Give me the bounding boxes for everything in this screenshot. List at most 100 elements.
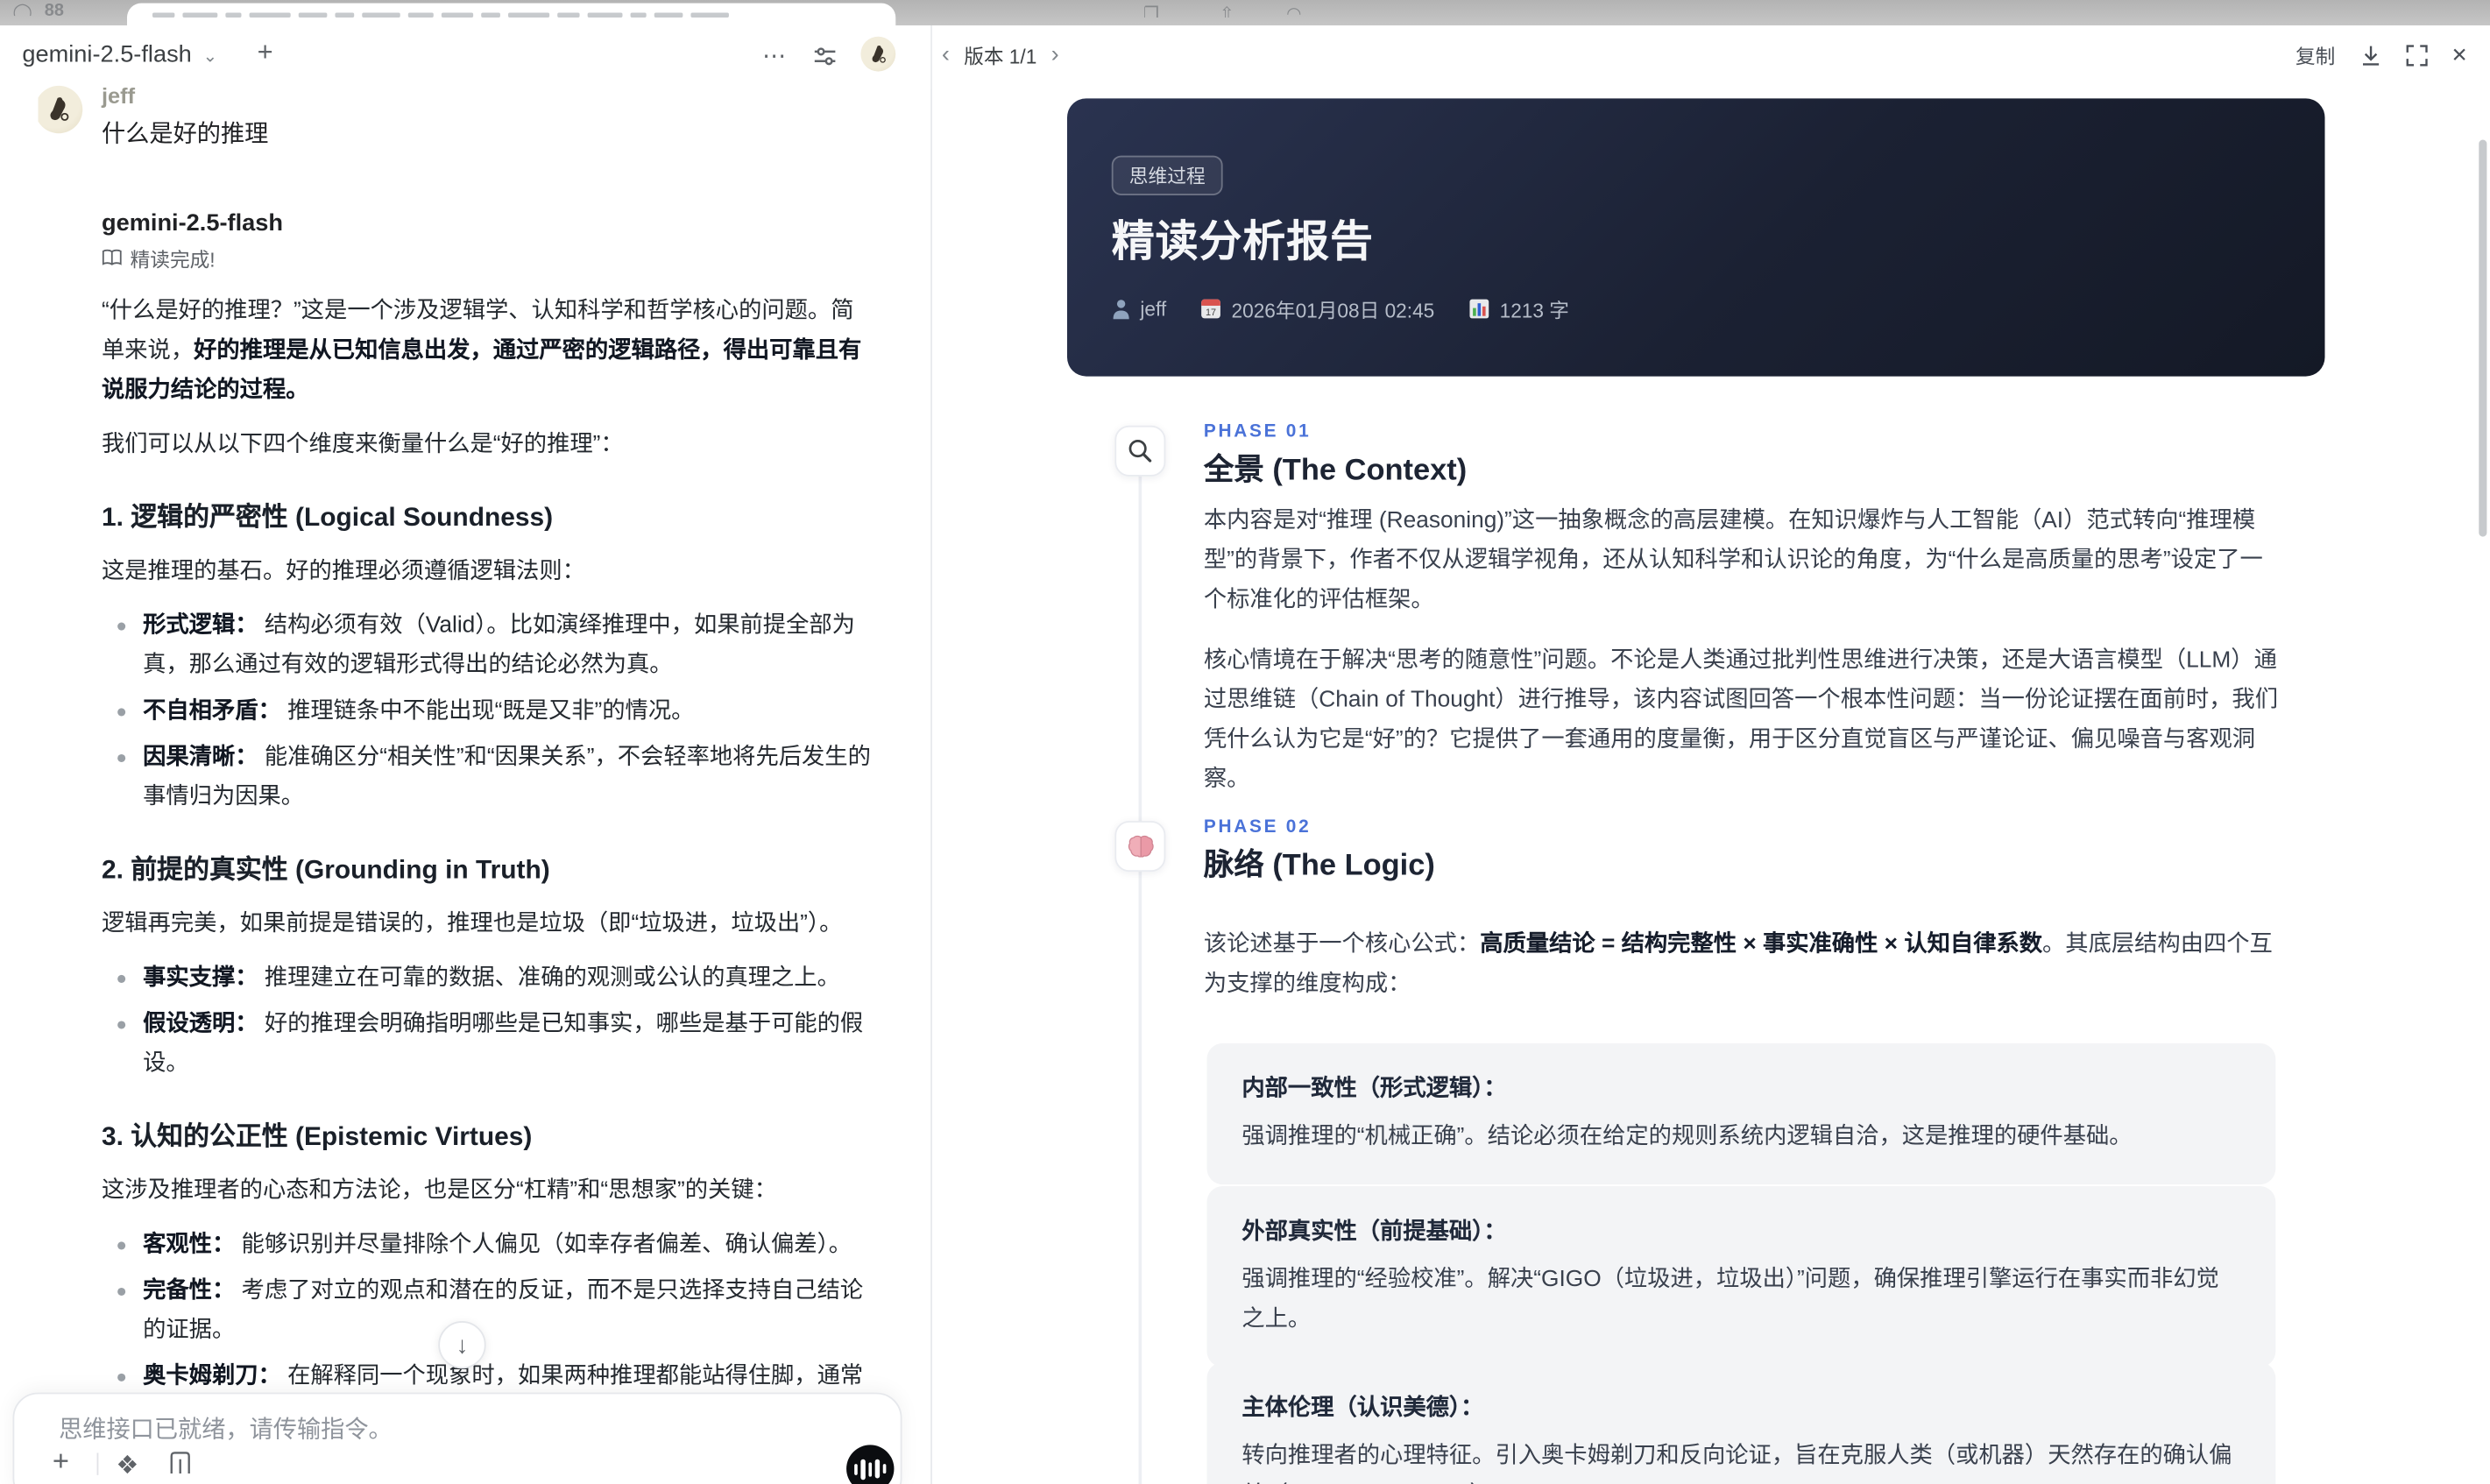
list-item: 不自相矛盾： 推理链条中不能出现“既是又非”的情况。 xyxy=(102,692,877,731)
user-message: jeff 什么是好的推理 xyxy=(38,82,881,149)
copy-button[interactable]: 复制 xyxy=(2295,39,2335,69)
user-name: jeff xyxy=(102,82,136,109)
calendar-icon: 17 xyxy=(1201,299,1221,319)
section-2-title: 2. 前提的真实性 (Grounding in Truth) xyxy=(102,855,550,885)
section-2-desc: 逻辑再完美，如果前提是错误的，推理也是垃圾（即“垃圾进，垃圾出”）。 xyxy=(102,911,843,937)
list-item: 奥卡姆剃刀： 在解释同一个现象时，如果两种推理都能站得住脚，通常倾向于最简单、假… xyxy=(102,1358,877,1391)
logic-card-1-title: 内部一致性（形式逻辑）： xyxy=(1241,1076,1507,1102)
list-item: 客观性： 能够识别并尽量排除个人偏见（如幸存者偏差、确认偏差）。 xyxy=(102,1226,877,1265)
report-hero: 思维过程 精读分析报告 jeff 17 2026年01月08日 02:45 12… xyxy=(1067,98,2325,377)
prev-version-button[interactable]: ‹ xyxy=(942,41,950,68)
chevron-down-icon: ⌄ xyxy=(202,47,218,67)
right-panel-actions: 复制 ✕ xyxy=(2295,39,2468,69)
meta-date: 17 2026年01月08日 02:45 xyxy=(1201,293,1434,323)
avatar[interactable] xyxy=(860,36,896,72)
phase1-paragraph-2: 核心情境在于解决“思考的随意性”问题。不论是人类通过批判性思维进行决策，还是大语… xyxy=(1203,647,2279,793)
logic-card-2-text: 强调推理的“经验校准”。解决“GIGO（垃圾进，垃圾出）”问题，确保推理引擎运行… xyxy=(1241,1267,2219,1332)
thinking-process-badge: 思维过程 xyxy=(1111,155,1223,195)
tab-counter[interactable]: 88 xyxy=(45,2,64,16)
user-message-text: 什么是好的推理 xyxy=(102,120,269,148)
section-2-list: 事实支撑： 推理建立在可靠的数据、准确的观测或公认的真理之上。 假设透明： 好的… xyxy=(102,959,877,1085)
section-3-desc: 这涉及推理者的心态和方法论，也是区分“杠精”和“思想家”的关键： xyxy=(102,1177,777,1204)
logic-card-2-title: 外部真实性（前提基础）： xyxy=(1241,1219,1507,1245)
phase2-label: PHASE 02 xyxy=(1203,817,1312,837)
composer-separator xyxy=(96,1452,99,1475)
list-item: 因果清晰： 能准确区分“相关性”和“因果关系”，不会轻率地将先后发生的事情归为因… xyxy=(102,738,877,818)
intro-paragraph: “什么是好的推理？”这是一个涉及逻辑学、认知科学和哲学核心的问题。简单来说，好的… xyxy=(102,298,862,404)
screen: ◯ 88 ❐ ⇧ ◠ gemini-2.5-flash ⌄ + ⋯ jeff 什么… xyxy=(0,0,2490,1484)
phase1-node xyxy=(1114,425,1166,477)
section-1-title: 1. 逻辑的严密性 (Logical Soundness) xyxy=(102,503,554,533)
panel-divider xyxy=(930,25,932,1484)
tab-title-fragment xyxy=(152,4,737,18)
close-icon[interactable]: ✕ xyxy=(2451,43,2468,67)
logic-card-3: 主体伦理（认识美德）： 转向推理者的心理特征。引入奥卡姆剃刀和反向论证，旨在克服… xyxy=(1206,1362,2276,1484)
logic-card-2: 外部真实性（前提基础）： 强调推理的“经验校准”。解决“GIGO（垃圾进，垃圾出… xyxy=(1206,1185,2276,1367)
list-item: 完备性： 考虑了对立的观点和潜在的反证，而不是只选择支持自己结论的证据。 xyxy=(102,1272,877,1352)
magnifier-icon xyxy=(1128,439,1152,463)
report-title: 精读分析报告 xyxy=(1111,217,1374,265)
phase2-node xyxy=(1114,821,1166,873)
phase-timeline xyxy=(1138,476,1142,1484)
logic-card-1: 内部一致性（形式逻辑）： 强调推理的“机械正确”。结论必须在给定的规则系统内逻辑… xyxy=(1206,1042,2276,1185)
next-version-button[interactable]: › xyxy=(1051,41,1059,68)
logic-card-3-text: 转向推理者的心理特征。引入奥卡姆剃刀和反向论证，旨在克服人类（或机器）天然存在的… xyxy=(1241,1443,2232,1484)
section-1-desc: 这是推理的基石。好的推理必须遵循逻辑法则： xyxy=(102,559,585,584)
reload-icon[interactable]: ◯ xyxy=(13,2,32,17)
add-icon[interactable]: + xyxy=(53,1445,69,1478)
svg-text:17: 17 xyxy=(1206,307,1217,318)
composer-placeholder: 思维接口已就绪，请传输指令。 xyxy=(59,1416,393,1444)
voice-input-button[interactable] xyxy=(846,1445,895,1484)
browser-tab[interactable] xyxy=(127,3,896,25)
assistant-body: “什么是好的推理？”这是一个涉及逻辑学、认知科学和哲学核心的问题。简单来说，好的… xyxy=(102,293,877,1391)
meta-author: jeff xyxy=(1112,298,1166,320)
assistant-status: 精读完成! xyxy=(102,243,880,272)
section-3-title: 3. 认知的公正性 (Epistemic Virtues) xyxy=(102,1122,533,1152)
phase1-paragraph-1: 本内容是对“推理 (Reasoning)”这一抽象概念的高层建模。在知识爆炸与人… xyxy=(1203,508,2263,613)
right-panel-toolbar: ‹ 版本 1/1 › 复制 ✕ xyxy=(931,25,2490,89)
section-3-list: 客观性： 能够识别并尽量排除个人偏见（如幸存者偏差、确认偏差）。 完备性： 考虑… xyxy=(102,1226,877,1391)
list-item: 事实支撑： 推理建立在可靠的数据、准确的观测或公认的真理之上。 xyxy=(102,959,877,999)
fullscreen-icon[interactable] xyxy=(2405,44,2427,66)
composer[interactable]: 思维接口已就绪，请传输指令。 + ❖ xyxy=(12,1392,902,1484)
browser-chrome: ◯ 88 ❐ ⇧ ◠ xyxy=(0,0,2490,25)
more-button[interactable]: ⋯ xyxy=(762,41,786,70)
list-item: 假设透明： 好的推理会明确指明哪些是已知事实，哪些是基于可能的假设。 xyxy=(102,1005,877,1085)
share-icon[interactable]: ⇧ xyxy=(1220,4,1234,18)
phase2-intro: 该论述基于一个核心公式：高质量结论 = 结构完整性 × 事实准确性 × 认知自律… xyxy=(1203,931,2273,998)
model-name: gemini-2.5-flash xyxy=(22,41,192,68)
sparkle-tools-icon[interactable]: ❖ xyxy=(116,1450,138,1481)
phase1-label: PHASE 01 xyxy=(1203,422,1312,442)
logic-card-1-text: 强调推理的“机械正确”。结论必须在给定的规则系统内逻辑自洽，这是推理的硬件基础。 xyxy=(1241,1124,2133,1150)
assistant-message: gemini-2.5-flash 精读完成! “什么是好的推理？”这是一个涉及逻… xyxy=(39,209,881,1391)
tune-icon[interactable] xyxy=(813,45,837,68)
phase2-title: 脉络 (The Logic) xyxy=(1203,849,1435,883)
bookmark-icon[interactable] xyxy=(170,1452,191,1473)
report-meta: jeff 17 2026年01月08日 02:45 1213 字 xyxy=(1112,293,1569,323)
columns-icon[interactable]: ❐ xyxy=(1143,4,1159,18)
profile-icon[interactable]: ◠ xyxy=(1286,4,1301,18)
list-item: 形式逻辑： 结构必须有效（Valid）。比如演绎推理中，如果前提全部为真，那么通… xyxy=(102,606,877,686)
section-1-list: 形式逻辑： 结构必须有效（Valid）。比如演绎推理中，如果前提全部为真，那么通… xyxy=(102,606,877,817)
meta-word-count: 1213 字 xyxy=(1469,293,1569,323)
person-icon xyxy=(1113,300,1129,320)
phase1-title: 全景 (The Context) xyxy=(1203,454,1468,488)
version-label: 版本 1/1 xyxy=(964,46,1037,68)
scroll-to-bottom-button[interactable]: ↓ xyxy=(438,1321,486,1369)
assistant-status-text: 精读完成! xyxy=(130,249,216,272)
right-panel-scrollbar[interactable] xyxy=(2479,139,2487,537)
brain-icon xyxy=(1127,834,1153,857)
user-avatar[interactable] xyxy=(38,85,83,134)
version-nav: ‹ 版本 1/1 › xyxy=(942,39,1059,69)
book-icon xyxy=(102,249,122,265)
bar-chart-icon xyxy=(1470,299,1489,319)
lead-paragraph: 我们可以从以下四个维度来衡量什么是“好的推理”： xyxy=(102,432,624,457)
left-panel-header: gemini-2.5-flash ⌄ + ⋯ xyxy=(0,25,931,89)
arrow-down-icon: ↓ xyxy=(456,1331,469,1359)
conversation-thread: jeff 什么是好的推理 gemini-2.5-flash 精读完成! “什么是… xyxy=(38,82,881,1391)
gemini-logo-icon xyxy=(39,209,80,251)
new-chat-button[interactable]: + xyxy=(258,37,273,68)
model-selector[interactable]: gemini-2.5-flash ⌄ xyxy=(22,41,217,68)
download-icon[interactable] xyxy=(2359,44,2380,66)
logic-card-3-title: 主体伦理（认识美德）： xyxy=(1241,1396,1484,1422)
